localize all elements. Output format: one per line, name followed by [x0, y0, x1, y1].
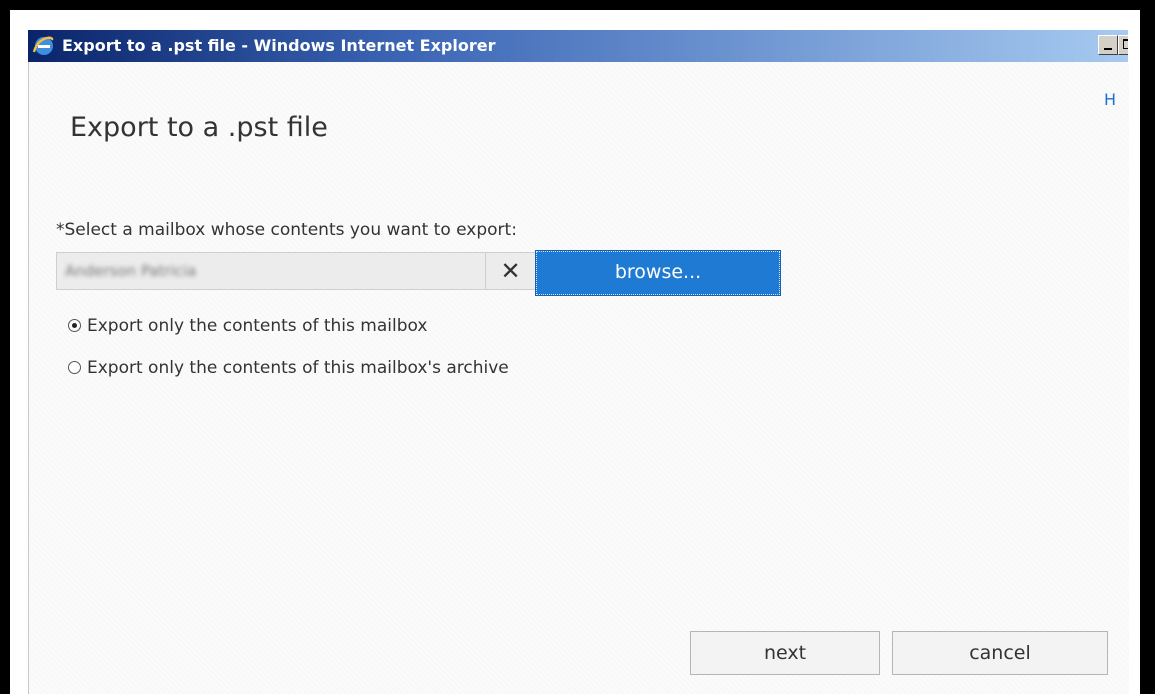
cancel-button[interactable]: cancel: [892, 631, 1108, 675]
mailbox-input[interactable]: Anderson Patricia: [56, 252, 486, 290]
mailbox-input-value: Anderson Patricia: [65, 262, 197, 280]
browse-button[interactable]: browse...: [535, 250, 781, 296]
maximize-button[interactable]: [1118, 35, 1128, 55]
help-link[interactable]: H: [1104, 90, 1116, 109]
clear-icon[interactable]: ✕: [486, 252, 536, 290]
radio-export-archive[interactable]: Export only the contents of this mailbox…: [68, 358, 509, 378]
radio-selected-icon[interactable]: [68, 319, 81, 332]
mailbox-prompt-label: *Select a mailbox whose contents you wan…: [56, 220, 517, 240]
frame-right-border: [1140, 0, 1155, 694]
radio-unselected-icon[interactable]: [68, 361, 81, 374]
window-title: Export to a .pst file - Windows Internet…: [62, 36, 496, 55]
next-button[interactable]: next: [690, 631, 880, 675]
radio-export-mailbox-label: Export only the contents of this mailbox: [87, 316, 428, 336]
frame-left-border: [0, 0, 10, 694]
internet-explorer-icon: [32, 36, 54, 55]
radio-export-mailbox[interactable]: Export only the contents of this mailbox: [68, 316, 427, 336]
page-title: Export to a .pst file: [70, 112, 328, 143]
window-title-bar[interactable]: Export to a .pst file - Windows Internet…: [28, 30, 1128, 62]
dialog-body: [28, 62, 1129, 694]
minimize-button[interactable]: [1098, 35, 1118, 55]
frame-top-border: [0, 0, 1155, 10]
radio-export-archive-label: Export only the contents of this mailbox…: [87, 358, 509, 378]
